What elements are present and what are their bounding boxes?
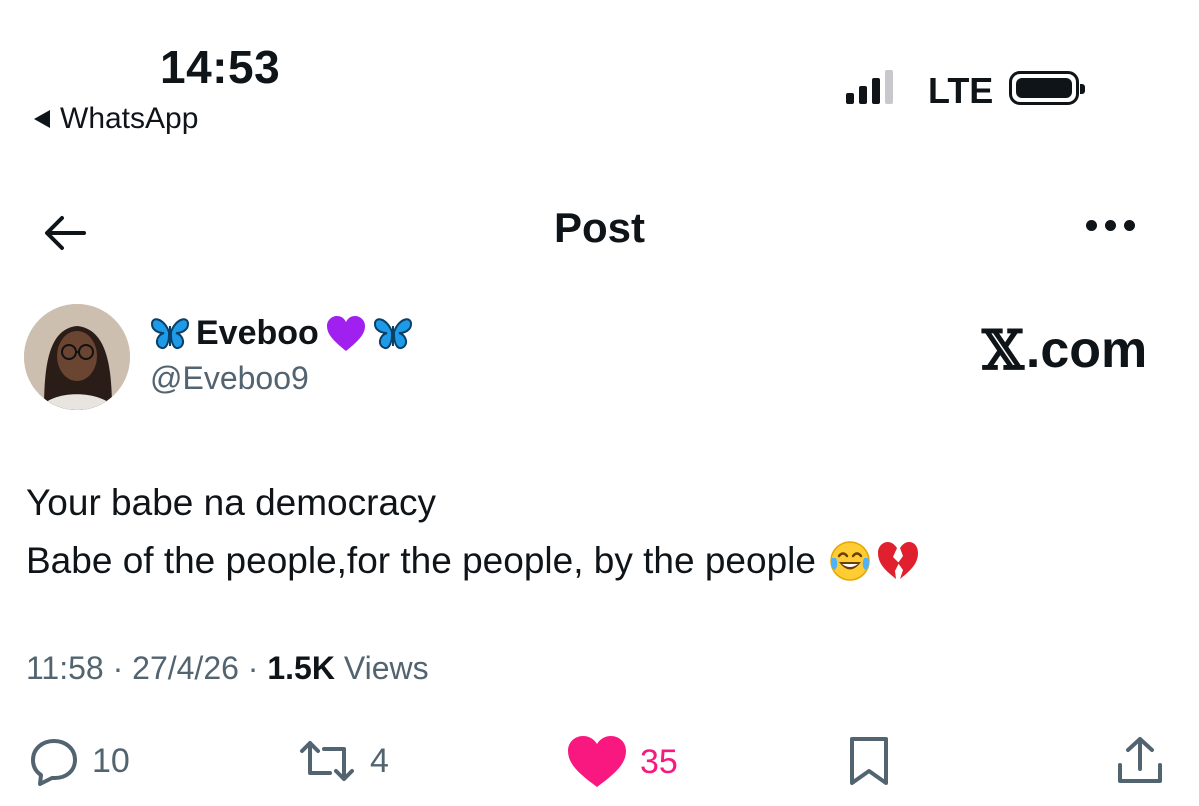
status-time: 14:53 [160, 41, 281, 93]
author-display-name[interactable]: Eveboo [150, 314, 413, 353]
repost-button[interactable]: 4 [296, 735, 389, 787]
heart-filled-icon [568, 736, 626, 787]
face-with-tears-of-joy-icon [830, 541, 870, 581]
post-line-1: Your babe na democracy [26, 482, 437, 523]
purple-heart-icon [326, 315, 365, 351]
repost-count: 4 [370, 741, 389, 780]
post-date: 27/4/26 [132, 650, 239, 686]
watermark-suffix: .com [1025, 321, 1148, 379]
meta-separator: · [112, 650, 124, 686]
bookmark-icon [850, 737, 888, 785]
more-options-icon[interactable] [1086, 220, 1135, 231]
battery-icon [1009, 71, 1085, 105]
post-text: Your babe na democracy Babe of the peopl… [26, 474, 920, 590]
page-title: Post [553, 204, 645, 251]
back-arrow-icon[interactable] [40, 208, 90, 258]
meta-separator: · [247, 650, 259, 686]
post-line-2: Babe of the people,for the people, by th… [26, 540, 816, 581]
back-to-app-link[interactable]: WhatsApp [34, 102, 198, 136]
post-time: 11:58 [26, 650, 104, 686]
x-logo-icon: 𝕏 [982, 318, 1024, 382]
x-com-watermark: 𝕏 .com [982, 318, 1147, 382]
like-button[interactable]: 35 [566, 735, 678, 789]
views-label: Views [343, 650, 429, 686]
author-handle[interactable]: @Eveboo9 [150, 360, 309, 397]
broken-heart-icon [877, 542, 918, 579]
back-app-label: WhatsApp [60, 102, 199, 135]
repost-icon [300, 741, 354, 781]
reply-count: 10 [92, 741, 130, 780]
avatar[interactable] [24, 304, 130, 410]
reply-icon [31, 739, 77, 786]
network-type: LTE [928, 70, 994, 111]
back-triangle-icon [34, 110, 50, 128]
views-count: 1.5K [267, 650, 335, 686]
butterfly-icon [150, 317, 190, 349]
butterfly-icon [373, 317, 412, 349]
post-metadata: 11:58 · 27/4/26 · 1.5K Views [26, 650, 429, 687]
signal-strength-icon [846, 68, 893, 104]
bookmark-button[interactable] [846, 735, 892, 787]
share-icon [1118, 737, 1162, 783]
share-button[interactable] [1114, 735, 1166, 787]
like-count: 35 [640, 742, 678, 781]
author-name-text: Eveboo [196, 314, 319, 352]
reply-button[interactable]: 10 [28, 735, 130, 787]
